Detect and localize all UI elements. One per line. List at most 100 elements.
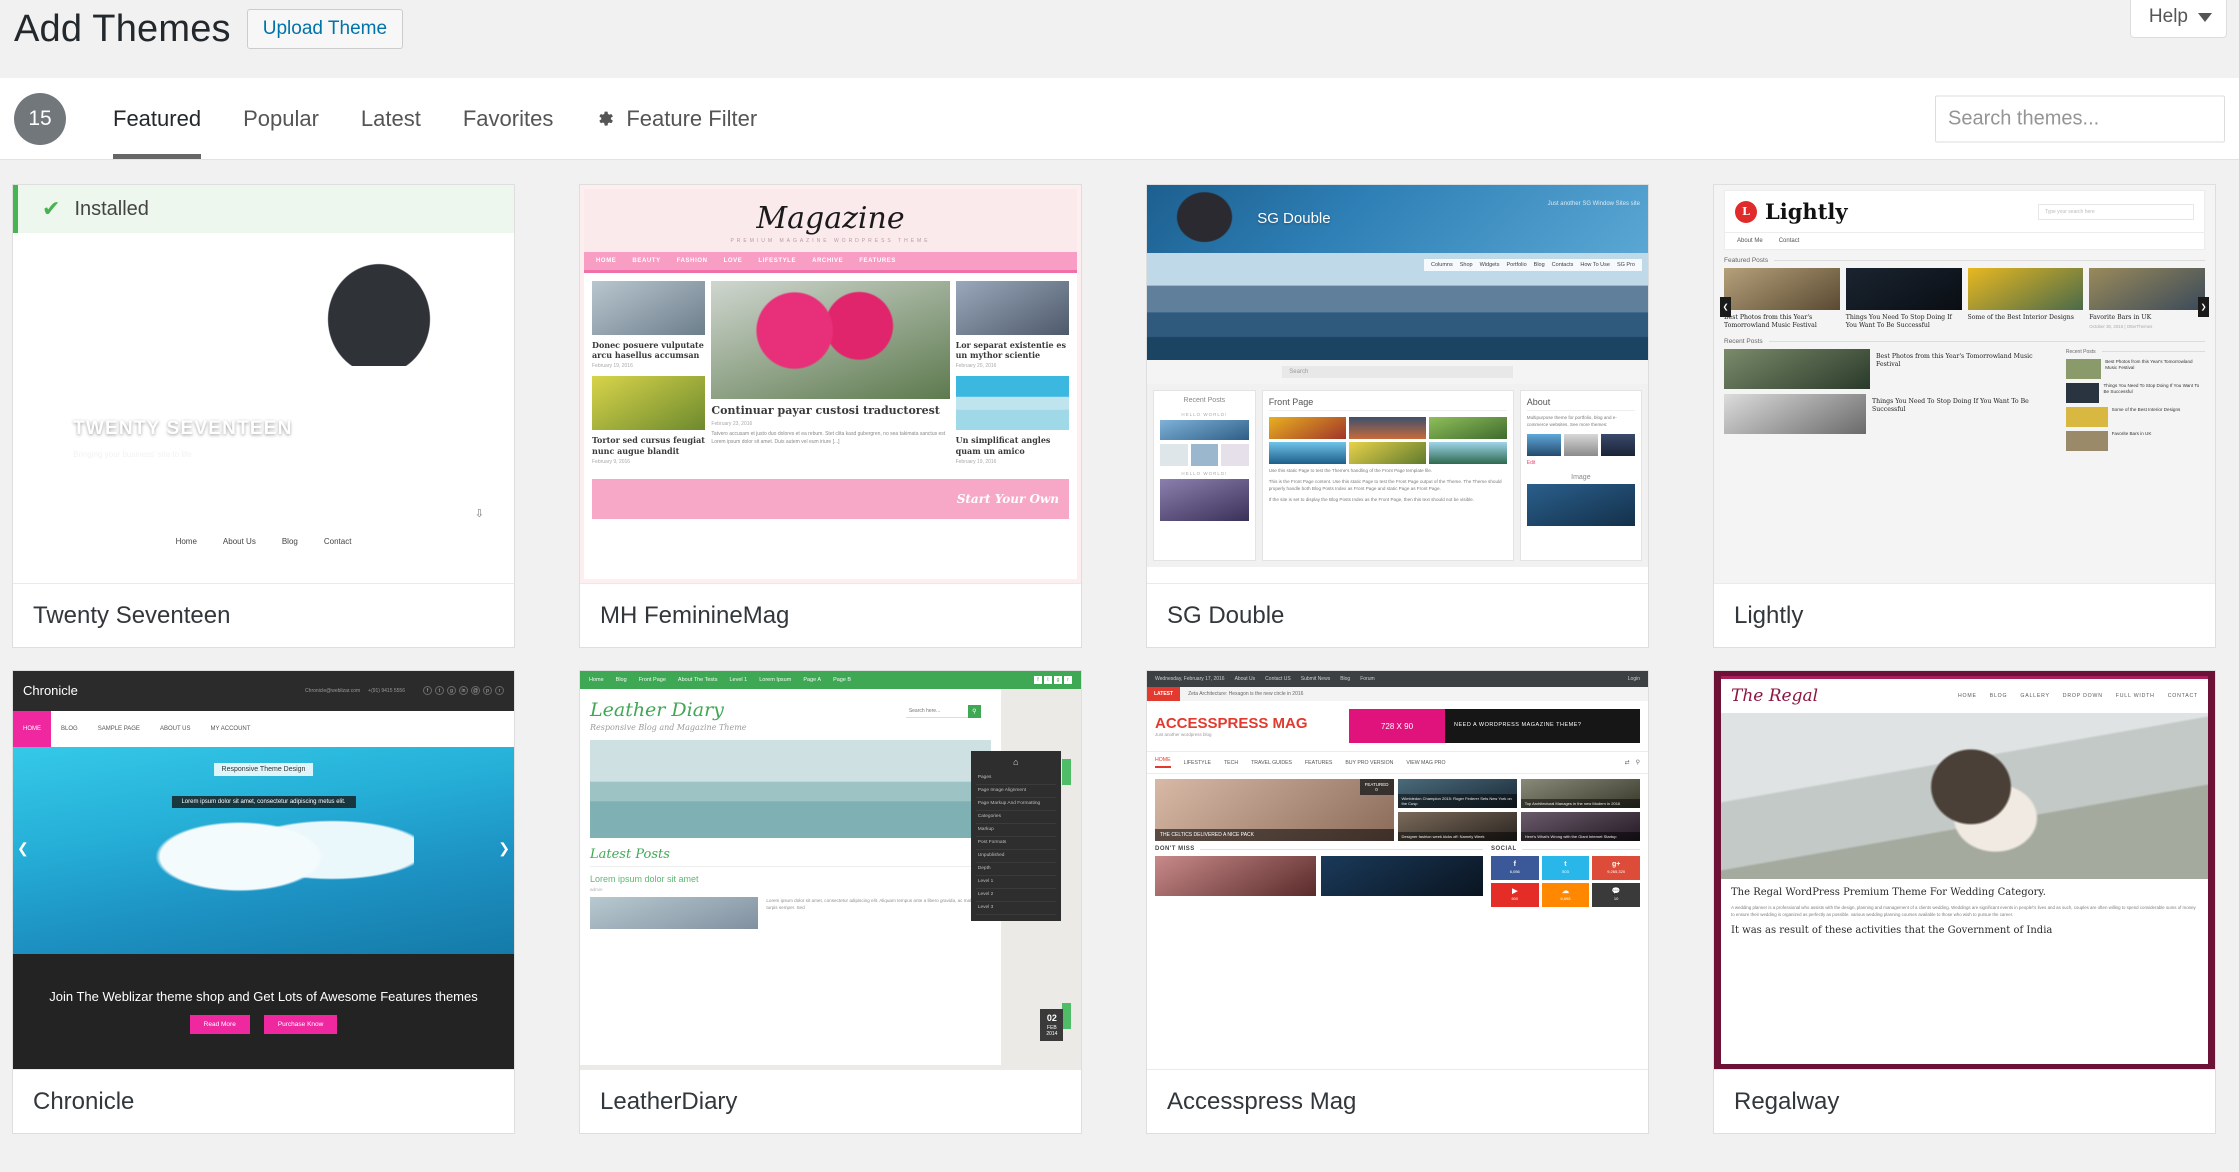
tab-favorites[interactable]: Favorites <box>442 78 574 159</box>
ld-side-item[interactable]: Post Formats <box>975 837 1056 850</box>
rg-header: The Regal HOME BLOG GALLERY DROP DOWN FU… <box>1721 679 2208 713</box>
cr-social-icons: f t g in @ p r <box>423 686 504 696</box>
theme-card-lightly[interactable]: L Lightly Type your search here About Me… <box>1713 184 2216 648</box>
mh-post-meta: February 20, 2016 <box>955 363 997 370</box>
google-plus-icon[interactable]: g <box>447 686 456 696</box>
next-arrow-icon[interactable]: ❯ <box>498 840 510 857</box>
cr-purchase-button[interactable]: Purchase Know <box>263 1015 338 1035</box>
ap-top-nav-4: Forum <box>1360 676 1375 682</box>
ts-hero: TWENTY SEVENTEEN Bringing your business'… <box>13 233 514 499</box>
sg-about-title: About <box>1526 397 1635 412</box>
twitter-icon[interactable]: t <box>435 686 444 696</box>
next-arrow-icon[interactable]: ❯ <box>2198 297 2209 318</box>
linkedin-icon[interactable]: in <box>459 686 468 696</box>
cr-slide-sub: Lorem ipsum dolor sit amet, consectetur … <box>171 796 356 809</box>
ld-side-item[interactable]: Categories <box>975 811 1056 824</box>
upload-theme-button[interactable]: Upload Theme <box>246 9 404 49</box>
ap-small-caption: Wimbledon Champion 2015: Roger Federer S… <box>1397 794 1517 808</box>
googleplus-tile[interactable]: g+ 9,265,320 <box>1592 856 1640 880</box>
prev-arrow-icon[interactable]: ❮ <box>1720 297 1731 318</box>
lt-image <box>1724 268 1840 310</box>
twitter-icon[interactable]: t <box>1044 676 1052 684</box>
theme-screenshot[interactable]: TWENTY SEVENTEEN Bringing your business'… <box>13 233 514 583</box>
cr-read-more-button[interactable]: Read More <box>189 1015 250 1035</box>
google-plus-icon[interactable]: g <box>1054 676 1062 684</box>
ld-side-item[interactable]: Level 3 <box>975 902 1056 915</box>
tab-popular[interactable]: Popular <box>222 78 340 159</box>
search-themes-input[interactable] <box>1935 95 2225 142</box>
theme-card-leatherdiary[interactable]: Home Blog Front Page About The Tests Lev… <box>579 670 1082 1134</box>
sg-sidebar-item: HELLO WORLD! <box>1181 471 1228 477</box>
sg-sidebar-item: HELLO WORLD! <box>1181 412 1228 418</box>
mh-col-right: Lor separat existentie es un mythor scie… <box>955 281 1070 465</box>
help-tab[interactable]: Help <box>2129 0 2227 38</box>
soundcloud-tile[interactable]: ☁ 6,598 <box>1541 883 1590 907</box>
tab-latest[interactable]: Latest <box>340 78 442 159</box>
ld-side-item[interactable]: Level 1 <box>975 876 1056 889</box>
lt-image <box>1724 393 1867 434</box>
ld-side-item[interactable]: Page Image Alignment <box>975 785 1056 798</box>
ld-side-item[interactable]: Depth <box>975 863 1056 876</box>
facebook-tile[interactable]: f 6,056 <box>1490 856 1539 880</box>
search-icon[interactable]: ⚲ <box>1636 759 1640 766</box>
theme-card-regalway[interactable]: The Regal HOME BLOG GALLERY DROP DOWN FU… <box>1713 670 2216 1134</box>
twitter-tile[interactable]: t 503 <box>1541 856 1590 880</box>
facebook-icon[interactable]: f <box>423 686 432 696</box>
mh-post-meta: February 19, 2016 <box>592 363 633 370</box>
lt-nav: About Me Contact <box>1724 233 2205 250</box>
ap-nav-4: FEATURES <box>1305 759 1333 766</box>
theme-screenshot[interactable]: Wednesday, February 17, 2016 About Us Co… <box>1147 671 1648 1069</box>
lt-title: Things You Need To Stop Doing If You Wan… <box>2103 382 2200 394</box>
ld-side-item[interactable]: Unpublished <box>975 850 1056 863</box>
theme-screenshot[interactable]: SG Double Just another SG Window Sites s… <box>1147 185 1648 583</box>
rss-icon[interactable]: r <box>1064 676 1072 684</box>
theme-card-twenty-seventeen[interactable]: ✔ Installed TWENTY SEVENTEEN Bringing yo… <box>12 184 515 648</box>
ap-dont-miss-section: DON'T MISS <box>1155 846 1483 907</box>
ap-social-section: SOCIAL f 6,056 t 503 g+ 9,265,320 ▶ 600 … <box>1490 846 1640 907</box>
lt-side-post: Best Photos from this Year's Tomorrowlan… <box>2065 358 2205 379</box>
theme-card-sg-double[interactable]: SG Double Just another SG Window Sites s… <box>1146 184 1649 648</box>
ld-side-item[interactable]: Page Markup And Formatting <box>975 798 1056 811</box>
ld-side-item[interactable]: Markup <box>975 824 1056 837</box>
theme-screenshot[interactable]: Magazine PREMIUM MAGAZINE WORDPRESS THEM… <box>580 185 1081 583</box>
ld-search[interactable]: ⚲ <box>905 705 981 718</box>
tab-featured[interactable]: Featured <box>92 78 222 159</box>
rss-icon[interactable]: r <box>495 686 504 696</box>
rg-nav-3: DROP DOWN <box>2062 693 2103 699</box>
theme-screenshot[interactable]: Home Blog Front Page About The Tests Lev… <box>580 671 1081 1069</box>
rg-body-text: A wedding planner is a professional who … <box>1731 904 2196 917</box>
ld-side-item[interactable]: Pages <box>975 772 1056 785</box>
ld-post-image <box>590 897 759 929</box>
ts-nav-contact: Contact <box>323 536 352 546</box>
shuffle-icon[interactable]: ⇄ <box>1625 759 1630 766</box>
ld-nav-4: Level 1 <box>729 677 748 683</box>
theme-card-chronicle[interactable]: Chronicle Chronicle@weblizar.com +(91) 9… <box>12 670 515 1134</box>
rg-nav-5: CONTACT <box>2167 693 2198 699</box>
email-icon[interactable]: @ <box>471 686 480 696</box>
theme-screenshot[interactable]: Chronicle Chronicle@weblizar.com +(91) 9… <box>13 671 514 1069</box>
ap-ad-banner[interactable]: 728 X 90 NEED A WORDPRESS MAGAZINE THEME… <box>1349 709 1640 743</box>
prev-arrow-icon[interactable]: ❮ <box>17 840 29 857</box>
sg-edit-link[interactable]: Edit <box>1527 460 1635 466</box>
ld-search-input[interactable] <box>905 705 968 718</box>
youtube-tile[interactable]: ▶ 600 <box>1490 883 1539 907</box>
theme-screenshot[interactable]: The Regal HOME BLOG GALLERY DROP DOWN FU… <box>1714 671 2215 1069</box>
print-icon[interactable]: p <box>483 686 492 696</box>
comments-tile[interactable]: 💬 10 <box>1592 883 1640 907</box>
tab-feature-filter[interactable]: Feature Filter <box>574 78 778 159</box>
mh-logo: Magazine <box>756 201 905 236</box>
ld-main: Leather Diary Responsive Blog and Magazi… <box>580 689 1001 1065</box>
installed-badge: ✔ Installed <box>13 185 514 233</box>
ld-nav-2: Front Page <box>638 677 666 683</box>
theme-name: Accesspress Mag <box>1167 1087 1357 1115</box>
facebook-icon[interactable]: f <box>1034 676 1042 684</box>
theme-card-mh-femininemag[interactable]: Magazine PREMIUM MAGAZINE WORDPRESS THEM… <box>579 184 1082 648</box>
ld-side-item[interactable]: Level 2 <box>975 889 1056 902</box>
theme-card-accesspress-mag[interactable]: Wednesday, February 17, 2016 About Us Co… <box>1146 670 1649 1134</box>
search-icon[interactable]: ⚲ <box>967 705 981 718</box>
ld-post-excerpt: Lorem ipsum dolor sit amet, consectetur … <box>766 898 987 911</box>
theme-screenshot[interactable]: L Lightly Type your search here About Me… <box>1714 185 2215 583</box>
lt-title: Best Photos from this Year's Tomorrowlan… <box>1876 352 2033 369</box>
theme-name-bar: Lightly <box>1714 583 2215 647</box>
ap-small-image: Top Architectural Manages in the new Mod… <box>1520 779 1640 808</box>
